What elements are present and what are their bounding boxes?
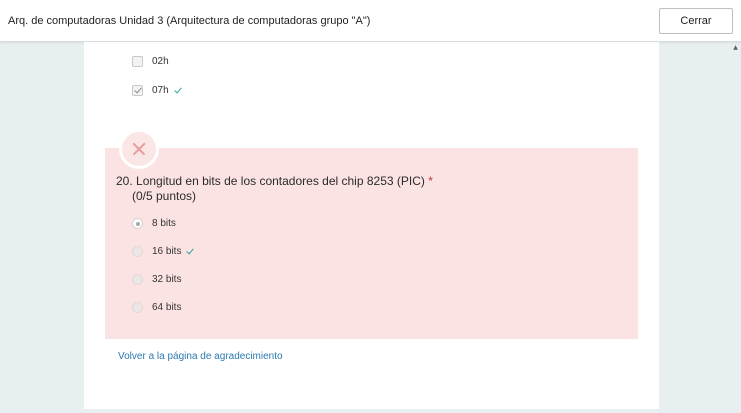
option-label: 07h: [152, 85, 169, 96]
option-label: 16 bits: [152, 246, 182, 257]
radio[interactable]: [132, 274, 143, 285]
question-points: (0/5 puntos): [132, 189, 197, 203]
radio[interactable]: [132, 246, 143, 257]
required-mark: *: [428, 174, 433, 188]
question-title: 20. Longitud en bits de los contadores d…: [116, 174, 433, 188]
scroll-up-arrow-icon[interactable]: ▲: [732, 44, 739, 51]
checkbox-option-07h[interactable]: 07h: [132, 85, 181, 96]
option-label: 02h: [152, 56, 169, 67]
back-to-thank-you-link[interactable]: Volver a la página de agradecimiento: [118, 351, 283, 362]
checkbox-checked[interactable]: [132, 85, 143, 96]
option-label: 32 bits: [152, 274, 182, 285]
close-button[interactable]: Cerrar: [659, 8, 733, 34]
question-number: 20.: [116, 174, 133, 188]
radio-option-32-bits[interactable]: 32 bits: [132, 274, 181, 285]
checkbox-option-02h[interactable]: 02h: [132, 56, 169, 67]
question-text: Longitud en bits de los contadores del c…: [136, 174, 425, 188]
option-label: 8 bits: [152, 218, 176, 229]
radio-selected[interactable]: [132, 218, 143, 229]
correct-check-icon: [187, 247, 193, 255]
radio[interactable]: [132, 302, 143, 313]
correct-check-icon: [175, 86, 181, 94]
incorrect-x-icon: [119, 129, 159, 169]
radio-option-64-bits[interactable]: 64 bits: [132, 302, 181, 313]
option-label: 64 bits: [152, 302, 182, 313]
radio-option-16-bits[interactable]: 16 bits: [132, 246, 193, 257]
scrollbar[interactable]: ▲: [730, 42, 741, 413]
radio-option-8-bits[interactable]: 8 bits: [132, 218, 176, 229]
top-bar: Arq. de computadoras Unidad 3 (Arquitect…: [0, 0, 741, 42]
checkbox[interactable]: [132, 56, 143, 67]
form-title: Arq. de computadoras Unidad 3 (Arquitect…: [8, 15, 371, 27]
